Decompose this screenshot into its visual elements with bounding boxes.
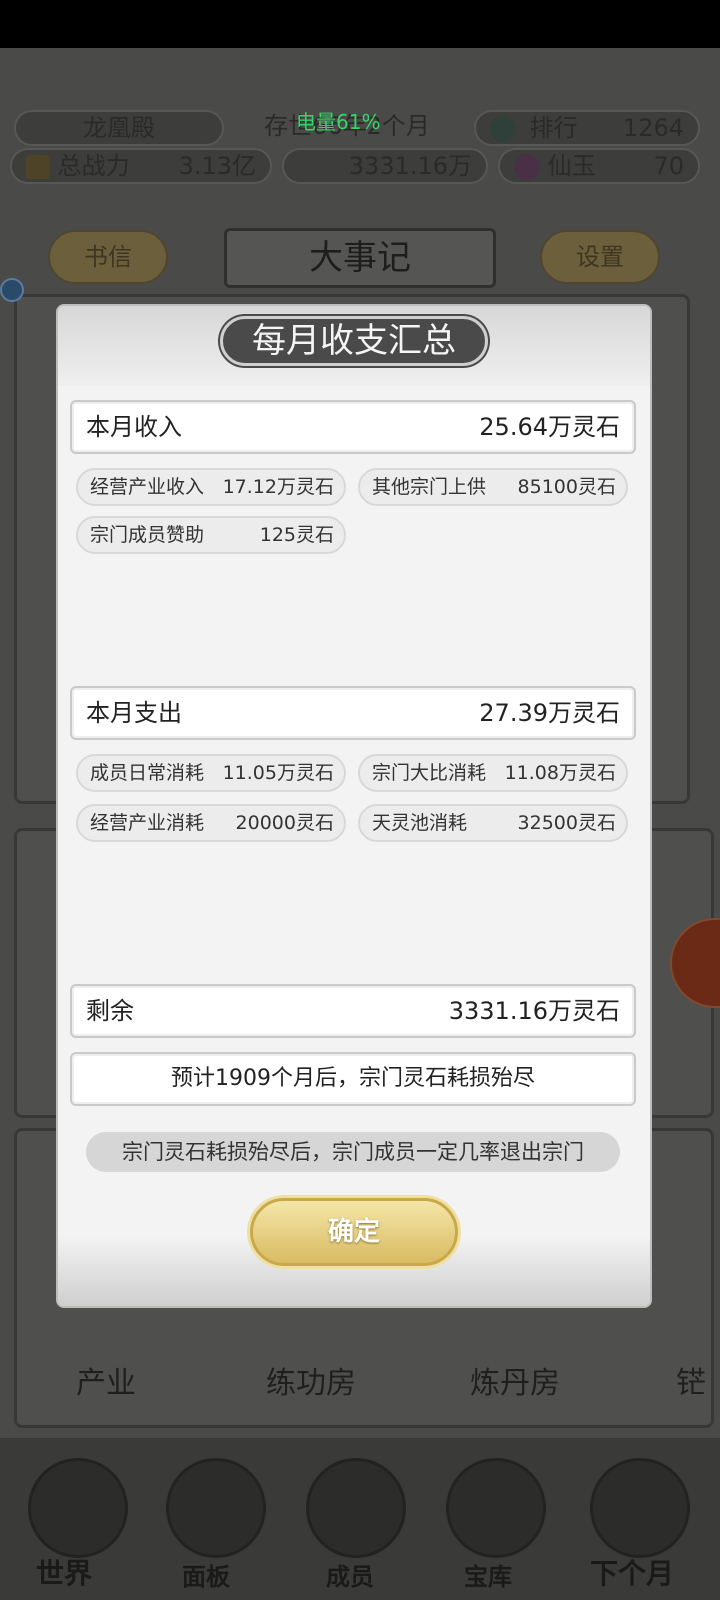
expense-total-row: 本月支出 27.39万灵石: [70, 686, 636, 740]
power-plate[interactable]: 总战力 3.13亿: [10, 148, 272, 184]
treasury-icon: [446, 1458, 546, 1558]
rank-icon: [490, 116, 516, 142]
jade-icon: [514, 154, 540, 180]
sect-name-plate: 龙凰殿: [14, 110, 224, 146]
jade-label: 仙玉: [547, 152, 596, 180]
expense-item-value: 32500灵石: [517, 812, 616, 834]
income-total: 25.64万灵石: [479, 413, 620, 441]
forecast-row: 预计1909个月后，宗门灵石耗损殆尽: [70, 1052, 636, 1106]
battery-indicator: 电量61%: [296, 110, 381, 134]
income-item-label: 经营产业收入: [90, 476, 205, 498]
power-value: 3.13亿: [178, 152, 256, 180]
letters-button[interactable]: 书信: [48, 230, 168, 284]
income-item: 宗门成员赞助 125灵石: [76, 516, 346, 554]
rank-plate[interactable]: 排行 1264: [474, 110, 700, 146]
jade-plate[interactable]: 仙玉 70: [498, 148, 700, 184]
nav-members[interactable]: 成员: [326, 1557, 374, 1592]
status-bar: [0, 0, 720, 48]
balance-row: 剩余 3331.16万灵石: [70, 984, 636, 1038]
nav-world[interactable]: 世界: [36, 1552, 92, 1592]
expense-item-value: 20000灵石: [235, 812, 334, 834]
expense-item-label: 经营产业消耗: [90, 812, 205, 834]
forecast-text: 预计1909个月后，宗门灵石耗损殆尽: [171, 1066, 535, 1091]
monthly-summary-dialog: 每月收支汇总 本月收入 25.64万灵石 经营产业收入 17.12万灵石 其他宗…: [58, 306, 650, 1306]
expense-item: 天灵池消耗 32500灵石: [358, 804, 628, 842]
next-month-icon: [590, 1458, 690, 1558]
expense-item: 经营产业消耗 20000灵石: [76, 804, 346, 842]
spirit-stone-value: 3331.16万: [348, 152, 472, 180]
dialog-title: 每月收支汇总: [220, 316, 488, 366]
income-item-label: 其他宗门上供: [372, 476, 487, 498]
income-item-value: 125灵石: [259, 524, 334, 546]
sect-name: 龙凰殿: [83, 114, 155, 142]
facility-label-industry[interactable]: 产业: [76, 1358, 136, 1402]
income-total-row: 本月收入 25.64万灵石: [70, 400, 636, 454]
expense-item: 成员日常消耗 11.05万灵石: [76, 754, 346, 792]
expense-item-value: 11.08万灵石: [504, 762, 616, 784]
members-icon: [306, 1458, 406, 1558]
expense-total: 27.39万灵石: [479, 699, 620, 727]
spirit-stone-plate[interactable]: 3331.16万: [282, 148, 488, 184]
power-icon: [26, 155, 50, 179]
income-item: 经营产业收入 17.12万灵石: [76, 468, 346, 506]
panel-icon: [166, 1458, 266, 1558]
nav-next-month[interactable]: 下个月: [590, 1552, 674, 1592]
income-item-value: 85100灵石: [517, 476, 616, 498]
jade-value: 70: [653, 152, 684, 180]
bottom-nav: 世界 面板 成员 宝库 下个月: [0, 1438, 720, 1600]
income-item-label: 宗门成员赞助: [90, 524, 205, 546]
confirm-button[interactable]: 确定: [250, 1198, 458, 1266]
balance-value: 3331.16万灵石: [448, 997, 620, 1025]
expense-item-label: 成员日常消耗: [90, 762, 205, 784]
expense-item-value: 11.05万灵石: [222, 762, 334, 784]
expense-item: 宗门大比消耗 11.08万灵石: [358, 754, 628, 792]
events-title: 大事记: [224, 228, 496, 288]
power-label: 总战力: [57, 152, 130, 180]
facility-label-training-room[interactable]: 练功房: [266, 1358, 356, 1402]
expense-label: 本月支出: [86, 699, 182, 727]
balance-label: 剩余: [86, 997, 134, 1025]
facility-label-forge[interactable]: 铓: [676, 1358, 706, 1402]
facility-label-alchemy-room[interactable]: 炼丹房: [470, 1358, 560, 1402]
income-item: 其他宗门上供 85100灵石: [358, 468, 628, 506]
rank-value: 1264: [622, 114, 684, 142]
expense-item-label: 天灵池消耗: [372, 812, 468, 834]
rank-label: 排行: [529, 114, 578, 142]
income-item-value: 17.12万灵石: [222, 476, 334, 498]
expense-item-label: 宗门大比消耗: [372, 762, 487, 784]
income-label: 本月收入: [86, 413, 182, 441]
floating-assistant-icon[interactable]: [0, 278, 24, 302]
nav-treasury[interactable]: 宝库: [464, 1557, 512, 1592]
settings-button[interactable]: 设置: [540, 230, 660, 284]
nav-panel[interactable]: 面板: [182, 1557, 230, 1592]
world-icon: [28, 1458, 128, 1558]
warning-notice: 宗门灵石耗损殆尽后，宗门成员一定几率退出宗门: [86, 1132, 620, 1172]
